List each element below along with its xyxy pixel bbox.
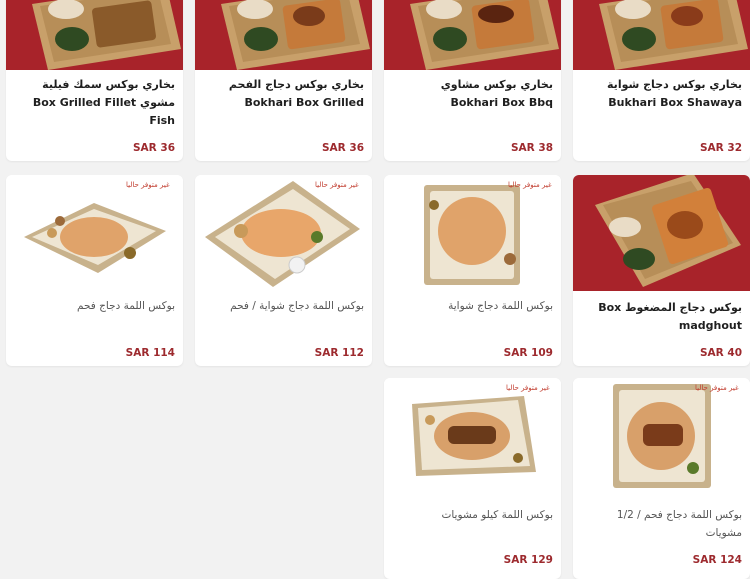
menu-item-card[interactable]: غير متوفر حاليا بوكس اللمة دجاج شواية SA… — [384, 175, 561, 366]
item-title: بوكس اللمة دجاج شواية / فحم — [230, 300, 364, 312]
item-image — [384, 175, 561, 291]
unavailable-badge: غير متوفر حاليا — [126, 181, 170, 189]
menu-item-card[interactable]: بخاري بوكس دجاج الفحم Bokhari Box Grille… — [195, 0, 372, 161]
item-title: بوكس دجاج المضغوط Box madghout — [598, 301, 742, 332]
item-title: بخاري بوكس مشاوي Bokhari Box Bbq — [440, 78, 553, 109]
item-price: SAR 38 — [510, 142, 553, 154]
item-price: SAR 124 — [692, 554, 742, 566]
item-image — [384, 378, 561, 498]
item-image — [195, 175, 372, 291]
item-price: SAR 109 — [503, 347, 553, 359]
item-price: SAR 36 — [321, 142, 364, 154]
item-image — [573, 0, 750, 70]
item-image — [6, 175, 183, 291]
item-image — [195, 0, 372, 70]
menu-item-card[interactable]: بخاري بوكس دجاج شواية Bukhari Box Shaway… — [573, 0, 750, 161]
item-title: بخاري بوكس دجاج الفحم Bokhari Box Grille… — [228, 78, 364, 109]
unavailable-badge: غير متوفر حاليا — [695, 384, 739, 392]
item-image — [6, 0, 183, 70]
item-image — [573, 175, 750, 291]
item-price: SAR 112 — [314, 347, 364, 359]
menu-item-card[interactable]: غير متوفر حاليا بوكس اللمة دجاج فحم SAR … — [6, 175, 183, 366]
item-price: SAR 36 — [132, 142, 175, 154]
item-title: بوكس اللمة دجاج فحم — [77, 300, 175, 312]
menu-item-card[interactable]: غير متوفر حاليا بوكس اللمة كيلو مشويات S… — [384, 378, 561, 579]
item-title: بخاري بوكس سمك فيلية مشوي Box Grilled Fi… — [32, 78, 175, 127]
unavailable-badge: غير متوفر حاليا — [506, 384, 550, 392]
item-image — [573, 378, 750, 498]
unavailable-badge: غير متوفر حاليا — [315, 181, 359, 189]
item-title: بخاري بوكس دجاج شواية Bukhari Box Shaway… — [607, 78, 742, 109]
menu-item-card[interactable]: غير متوفر حاليا بوكس اللمة دجاج شواية / … — [195, 175, 372, 366]
item-title: بوكس اللمة كيلو مشويات — [441, 509, 553, 521]
menu-item-card[interactable]: غير متوفر حاليا بوكس اللمة دجاج فحم / 1/… — [573, 378, 750, 579]
item-price: SAR 129 — [503, 554, 553, 566]
menu-item-card[interactable]: بخاري بوكس مشاوي Bokhari Box Bbq SAR 38 — [384, 0, 561, 161]
item-image — [384, 0, 561, 70]
item-price: SAR 114 — [125, 347, 175, 359]
item-title: بوكس اللمة دجاج فحم / 1/2 مشويات — [616, 509, 742, 539]
item-price: SAR 40 — [699, 347, 742, 359]
item-title: بوكس اللمة دجاج شواية — [448, 300, 553, 312]
unavailable-badge: غير متوفر حاليا — [508, 181, 552, 189]
menu-item-card[interactable]: بوكس دجاج المضغوط Box madghout SAR 40 — [573, 175, 750, 366]
menu-item-card[interactable]: بخاري بوكس سمك فيلية مشوي Box Grilled Fi… — [6, 0, 183, 161]
item-price: SAR 32 — [699, 142, 742, 154]
